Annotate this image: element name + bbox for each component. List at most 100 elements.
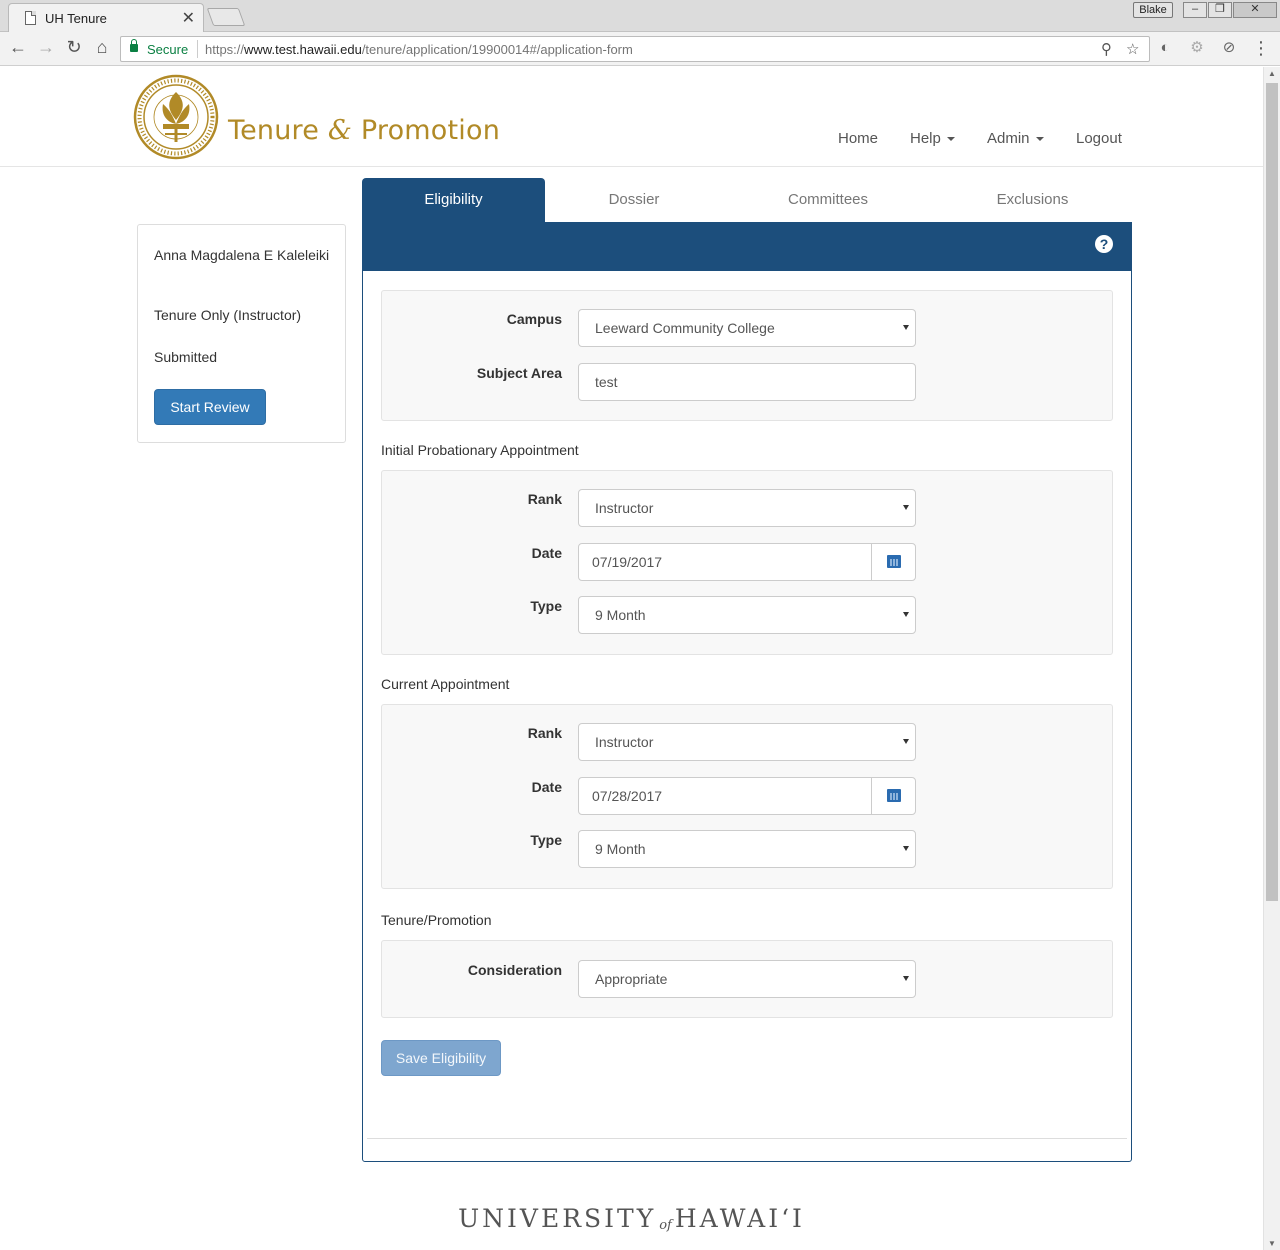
bookmark-star-icon[interactable]: ☆: [1126, 40, 1139, 58]
tenure-promotion-heading: Tenure/Promotion: [381, 912, 492, 928]
initial-rank-value: Instructor: [595, 500, 654, 516]
browser-toolbar: ← → ↻ ⌂ Secure https://www.test.hawaii.e…: [0, 32, 1280, 66]
calendar-icon: [887, 555, 901, 568]
nav-admin-label: Admin: [987, 130, 1030, 147]
reload-icon[interactable]: ↻: [63, 37, 85, 58]
lock-icon: [130, 39, 138, 52]
browser-tab[interactable]: UH Tenure ✕: [8, 3, 204, 33]
extension-gear-icon[interactable]: ⚙: [1188, 39, 1206, 57]
university-seal-logo: [133, 74, 219, 160]
select-arrow-icon: [903, 612, 909, 617]
panel-header: ?: [363, 223, 1131, 271]
secure-label: Secure: [147, 42, 189, 57]
select-arrow-icon: [903, 739, 909, 744]
close-tab-icon[interactable]: ✕: [182, 8, 195, 28]
current-date-input[interactable]: 07/28/2017: [578, 777, 872, 815]
current-appointment-well: Rank Instructor Date 07/28/2017 Type 9 M…: [381, 704, 1113, 889]
scroll-down-icon[interactable]: ▼: [1268, 1239, 1276, 1248]
campus-select[interactable]: Leeward Community College: [578, 309, 916, 347]
save-eligibility-button[interactable]: Save Eligibility: [381, 1040, 501, 1076]
select-arrow-icon: [903, 846, 909, 851]
initial-type-label: Type: [530, 598, 562, 614]
panel-footer-divider: [367, 1138, 1127, 1139]
initial-rank-select[interactable]: Instructor: [578, 489, 916, 527]
nav-home[interactable]: Home: [838, 130, 878, 147]
window-close-icon[interactable]: ✕: [1233, 2, 1277, 18]
home-icon[interactable]: ⌂: [91, 37, 113, 58]
extension-clock-icon[interactable]: ⊘: [1220, 39, 1238, 57]
current-type-select[interactable]: 9 Month: [578, 830, 916, 868]
initial-appointment-heading: Initial Probationary Appointment: [381, 442, 579, 458]
url-host: www.test.hawaii.edu: [244, 42, 362, 57]
browser-titlebar: UH Tenure ✕ Blake – ❐ ✕: [0, 0, 1280, 33]
current-rank-select[interactable]: Instructor: [578, 723, 916, 761]
select-arrow-icon: [903, 976, 909, 981]
initial-date-input[interactable]: 07/19/2017: [578, 543, 872, 581]
eligibility-panel: ? Campus Leeward Community College Subje…: [362, 222, 1132, 1162]
tab-exclusions[interactable]: Exclusions: [933, 178, 1132, 222]
initial-rank-label: Rank: [527, 491, 562, 507]
maximize-icon[interactable]: ❐: [1208, 2, 1232, 18]
calendar-icon: [887, 789, 901, 802]
initial-type-select[interactable]: 9 Month: [578, 596, 916, 634]
current-date-label: Date: [531, 779, 562, 795]
consideration-select[interactable]: Appropriate: [578, 960, 916, 998]
application-status: Submitted: [154, 349, 218, 365]
current-rank-value: Instructor: [595, 734, 654, 750]
address-bar[interactable]: Secure https://www.test.hawaii.edu/tenur…: [120, 36, 1150, 62]
profile-badge[interactable]: Blake: [1133, 2, 1173, 18]
campus-well: Campus Leeward Community College Subject…: [381, 290, 1113, 421]
select-arrow-icon: [903, 325, 909, 330]
current-date-calendar-button[interactable]: [871, 777, 916, 815]
zoom-icon[interactable]: ⚲: [1101, 40, 1112, 58]
extension-contrast-icon[interactable]: ◐: [1156, 39, 1174, 57]
start-review-button[interactable]: Start Review: [154, 389, 266, 425]
site-title-ampersand: &: [327, 115, 353, 146]
site-title[interactable]: Tenure & Promotion: [228, 115, 500, 146]
scroll-thumb[interactable]: [1266, 83, 1278, 901]
tab-eligibility[interactable]: Eligibility: [362, 178, 545, 222]
tenure-promotion-well: Consideration Appropriate: [381, 940, 1113, 1018]
campus-select-value: Leeward Community College: [595, 320, 775, 336]
nav-help-dropdown[interactable]: Help: [910, 130, 955, 147]
initial-type-value: 9 Month: [595, 607, 646, 623]
browser-menu-icon[interactable]: ⋮: [1252, 38, 1270, 59]
page-scrollbar[interactable]: ▲ ▼: [1263, 67, 1280, 1250]
current-appointment-heading: Current Appointment: [381, 676, 510, 692]
subject-area-label: Subject Area: [476, 365, 562, 381]
back-arrow-icon[interactable]: ←: [7, 37, 29, 58]
site-title-part2: Promotion: [352, 115, 501, 146]
nav-help-label: Help: [910, 130, 941, 147]
application-type: Tenure Only (Instructor): [154, 307, 302, 323]
current-rank-label: Rank: [527, 725, 562, 741]
consideration-value: Appropriate: [595, 971, 668, 987]
subject-area-input[interactable]: test: [578, 363, 916, 401]
current-type-value: 9 Month: [595, 841, 646, 857]
site-title-part1: Tenure: [228, 115, 328, 146]
url-separator: [197, 40, 198, 58]
caret-down-icon: [1035, 137, 1044, 142]
campus-label: Campus: [506, 311, 562, 327]
scroll-up-icon[interactable]: ▲: [1268, 69, 1276, 78]
tab-dossier[interactable]: Dossier: [545, 178, 723, 222]
site-header: Tenure & Promotion Home Help Admin Logou…: [0, 67, 1263, 167]
wordmark-hawaii: HAWAIʻI: [674, 1204, 805, 1233]
new-tab-button[interactable]: [206, 8, 246, 26]
university-wordmark: UNIVERSITY of HAWAIʻI: [0, 1204, 1263, 1233]
nav-admin-dropdown[interactable]: Admin: [987, 130, 1044, 147]
initial-date-calendar-button[interactable]: [871, 543, 916, 581]
applicant-name: Anna Magdalena E Kaleleiki: [154, 247, 330, 263]
tab-title: UH Tenure: [45, 11, 107, 26]
help-question-icon[interactable]: ?: [1095, 235, 1113, 253]
forward-arrow-icon[interactable]: →: [35, 37, 57, 58]
initial-date-label: Date: [531, 545, 562, 561]
tab-committees[interactable]: Committees: [723, 178, 933, 222]
nav-logout[interactable]: Logout: [1076, 130, 1122, 147]
current-type-label: Type: [530, 832, 562, 848]
minimize-icon[interactable]: –: [1183, 2, 1207, 18]
page-icon: [25, 11, 36, 25]
url-text[interactable]: https://www.test.hawaii.edu/tenure/appli…: [205, 42, 633, 57]
application-tabs: Eligibility Dossier Committees Exclusion…: [362, 178, 1132, 222]
wordmark-university: UNIVERSITY: [458, 1204, 657, 1233]
url-scheme: https://: [205, 42, 245, 57]
